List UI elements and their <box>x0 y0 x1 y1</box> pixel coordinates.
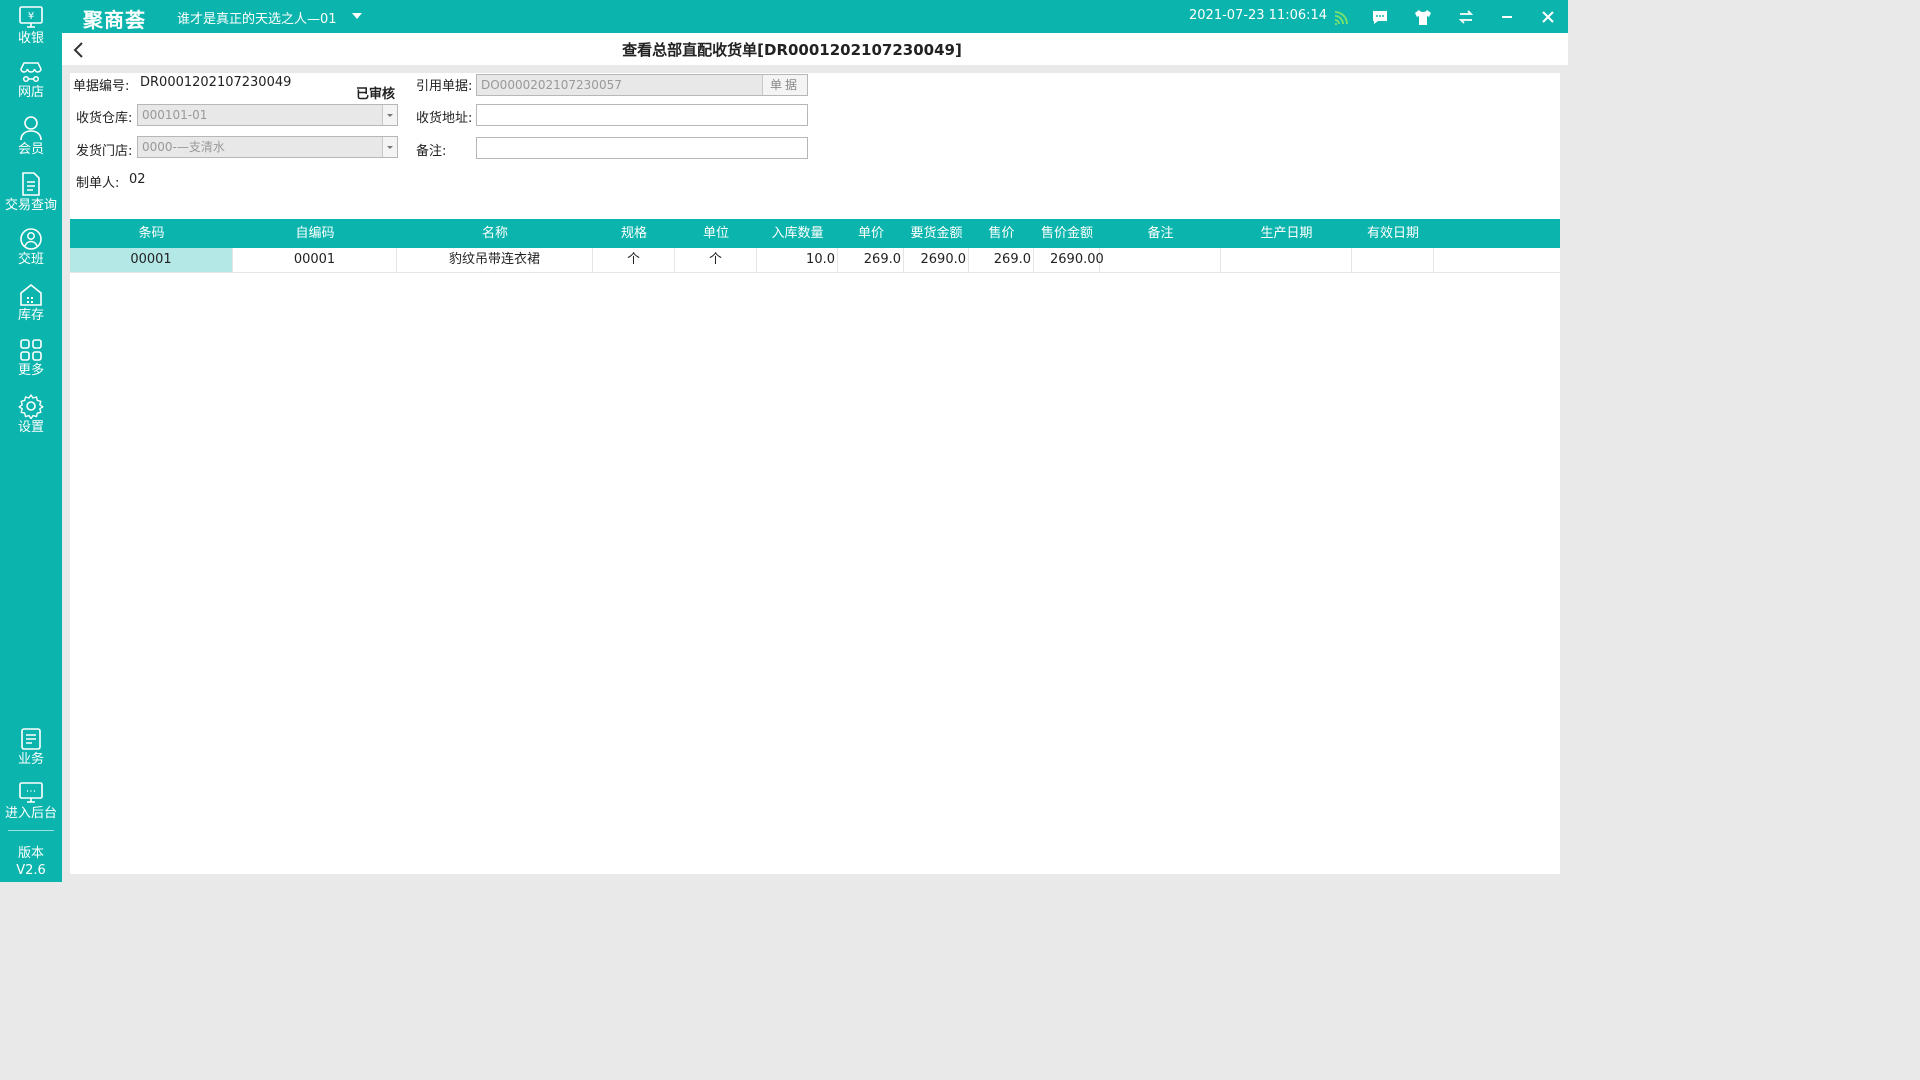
sidebar-item-label: 业务 <box>17 752 44 767</box>
page-title: 查看总部直配收货单[DR0001202107230049] <box>622 41 962 59</box>
business-icon <box>21 728 41 750</box>
minimize-icon[interactable] <box>1497 7 1517 27</box>
column-header-production-date[interactable]: 生产日期 <box>1221 219 1352 248</box>
doc-no-label: 单据编号: <box>73 79 130 94</box>
sidebar-item-inventory[interactable]: 库存 <box>0 283 62 324</box>
sidebar-divider <box>8 830 54 831</box>
cell-name[interactable]: 豹纹吊带连衣裙 <box>397 248 593 272</box>
doc-no-value: DR0001202107230049 <box>140 75 292 90</box>
transaction-query-icon <box>22 172 40 196</box>
main-content: 单据编号: DR0001202107230049 已审核 引用单据: DO000… <box>70 73 1560 874</box>
address-label: 收货地址: <box>416 111 473 126</box>
sidebar-item-business[interactable]: 业务 <box>0 727 62 768</box>
sidebar-item-label: 更多 <box>17 363 44 378</box>
warehouse-value: 000101-01 <box>142 108 208 122</box>
column-header-remark[interactable]: 备注 <box>1100 219 1221 248</box>
svg-text:¥: ¥ <box>28 11 34 22</box>
sidebar-item-label: 会员 <box>17 142 44 157</box>
sidebar-item-shift[interactable]: 交班 <box>0 227 62 268</box>
cell-remark[interactable] <box>1100 248 1221 272</box>
cell-order-amount[interactable]: 2690.0 <box>904 248 969 272</box>
sidebar-item-label: 进入后台 <box>4 806 57 821</box>
warehouse-label: 收货仓库: <box>76 111 133 126</box>
cell-unit[interactable]: 个 <box>675 248 757 272</box>
chevron-down-icon[interactable] <box>382 137 397 157</box>
sidebar-item-online-store[interactable]: 网店 <box>0 60 62 101</box>
column-header-name[interactable]: 名称 <box>397 219 593 248</box>
sidebar-item-label: 设置 <box>17 420 44 435</box>
column-header-spec[interactable]: 规格 <box>593 219 675 248</box>
sidebar-item-more[interactable]: 更多 <box>0 338 62 379</box>
column-header-unit[interactable]: 单位 <box>675 219 757 248</box>
online-store-icon <box>20 62 42 83</box>
app-logo: 聚商荟 <box>83 8 146 32</box>
inventory-icon <box>20 283 42 306</box>
backend-monitor-icon <box>19 782 43 803</box>
store-value: 0000-—支清水 <box>142 140 225 154</box>
sidebar-item-label: 网店 <box>17 85 44 100</box>
shirt-skin-icon[interactable] <box>1413 7 1433 27</box>
cell-expiry-date[interactable] <box>1352 248 1434 272</box>
sidebar-item-label: 库存 <box>17 308 44 323</box>
column-header-unit-price[interactable]: 单价 <box>838 219 904 248</box>
member-icon <box>20 116 42 141</box>
switch-icon[interactable] <box>1456 7 1476 27</box>
wifi-signal-icon[interactable] <box>1332 7 1352 27</box>
cell-sale-amount[interactable]: 2690.00 <box>1034 248 1104 272</box>
column-header-expiry-date[interactable]: 有效日期 <box>1352 219 1434 248</box>
store-label: 发货门店: <box>76 144 133 159</box>
title-bar: 查看总部直配收货单[DR0001202107230049] <box>62 33 1568 65</box>
datetime-display: 2021-07-23 11:06:14 <box>1189 8 1328 23</box>
sidebar-item-settings[interactable]: 设置 <box>0 393 62 436</box>
ref-doc-field[interactable]: DO0000202107230057 单据 <box>476 74 808 96</box>
top-bar: 聚商荟 谁才是真正的天选之人—01 2021-07-23 11:06:14 <box>62 0 1568 33</box>
message-icon[interactable] <box>1370 7 1390 27</box>
close-icon[interactable] <box>1538 7 1558 27</box>
column-header-in-qty[interactable]: 入库数量 <box>757 219 838 248</box>
store-selector[interactable]: 谁才是真正的天选之人—01 <box>177 8 337 27</box>
ref-doc-button[interactable]: 单据 <box>762 75 807 95</box>
ref-doc-value: DO0000202107230057 <box>481 78 622 92</box>
shift-handover-icon <box>20 228 42 250</box>
column-header-barcode[interactable]: 条码 <box>70 219 233 248</box>
column-header-order-amount[interactable]: 要货金额 <box>904 219 969 248</box>
version-value: V2.6 <box>16 863 46 878</box>
column-header-sale-amount[interactable]: 售价金额 <box>1034 219 1100 248</box>
sidebar-item-label: 交班 <box>17 252 44 267</box>
sidebar-item-member[interactable]: 会员 <box>0 115 62 158</box>
table-header: 条码 自编码 名称 规格 单位 入库数量 单价 要货金额 售价 售价金额 备注 … <box>70 219 1560 248</box>
sidebar-item-label: 收银 <box>17 31 44 46</box>
version-label: 版本 <box>17 846 44 861</box>
address-input[interactable] <box>476 104 808 126</box>
cell-spec[interactable]: 个 <box>593 248 675 272</box>
table-row[interactable]: 00001 00001 豹纹吊带连衣裙 个 个 10.0 269.0 2690.… <box>70 248 1560 273</box>
sidebar: ¥ 收银 网店 会员 交易查询 交班 库存 更多 设置 业务 进入后台 版本 V… <box>0 0 62 882</box>
warehouse-select[interactable]: 000101-01 <box>137 104 398 126</box>
cell-in-qty[interactable]: 10.0 <box>757 248 838 272</box>
more-grid-icon <box>20 339 42 361</box>
creator-label: 制单人: <box>76 176 120 191</box>
version-info: 版本 V2.6 <box>0 845 62 879</box>
column-header-self-code[interactable]: 自编码 <box>233 219 397 248</box>
sidebar-item-cashier[interactable]: ¥ 收银 <box>0 6 62 47</box>
remark-input[interactable] <box>476 137 808 159</box>
sidebar-item-label: 交易查询 <box>4 198 57 213</box>
column-header-sale-price[interactable]: 售价 <box>969 219 1034 248</box>
sidebar-item-transaction-query[interactable]: 交易查询 <box>0 171 62 214</box>
settings-gear-icon <box>18 394 44 419</box>
cell-sale-price[interactable]: 269.0 <box>969 248 1034 272</box>
chevron-down-icon[interactable] <box>382 105 397 125</box>
remark-label: 备注: <box>416 144 447 159</box>
cell-unit-price[interactable]: 269.0 <box>838 248 904 272</box>
sidebar-item-backend[interactable]: 进入后台 <box>0 781 62 822</box>
ref-doc-label: 引用单据: <box>416 79 473 94</box>
chevron-down-icon[interactable] <box>352 13 362 19</box>
cell-barcode[interactable]: 00001 <box>70 248 233 272</box>
cashier-icon: ¥ <box>19 6 43 28</box>
creator-value: 02 <box>129 172 146 187</box>
store-select[interactable]: 0000-—支清水 <box>137 136 398 158</box>
cell-production-date[interactable] <box>1221 248 1352 272</box>
status-badge: 已审核 <box>356 87 396 102</box>
cell-self-code[interactable]: 00001 <box>233 248 397 272</box>
